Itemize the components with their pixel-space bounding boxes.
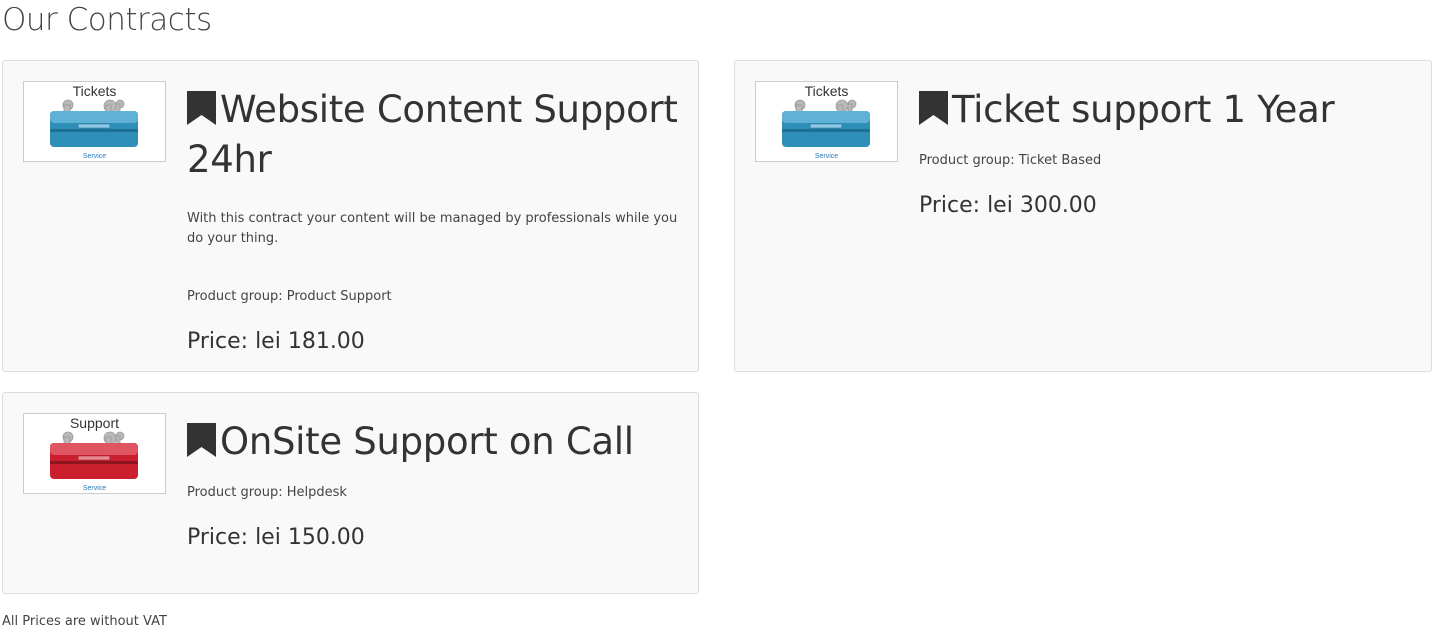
bookmark-icon <box>187 91 216 125</box>
image-caption: Service <box>814 153 839 160</box>
product-title[interactable]: Ticket support 1 Year <box>919 85 1413 135</box>
product-title[interactable]: Website Content Support 24hr <box>187 85 680 185</box>
product-title-text: Ticket support 1 Year <box>952 88 1335 131</box>
contract-card-ticket-support: Tickets Service Ticket support 1 Year Pr… <box>734 60 1432 372</box>
product-price: Price: lei 300.00 <box>919 193 1097 218</box>
toolbox-icon <box>50 99 138 147</box>
product-image[interactable]: Support Service <box>23 413 166 494</box>
product-description: With this contract your content will be … <box>187 211 678 246</box>
product-group: Product group: Product Support <box>187 289 392 304</box>
product-image[interactable]: Tickets Service <box>755 81 898 162</box>
product-group: Product group: Helpdesk <box>187 485 347 500</box>
image-label: Tickets <box>804 83 849 99</box>
toolbox-icon <box>50 431 138 479</box>
product-price: Price: lei 150.00 <box>187 525 365 550</box>
contract-card-onsite-support: Support Service OnSite Support on Call P… <box>2 392 699 594</box>
product-title-text: OnSite Support on Call <box>220 420 634 463</box>
image-label: Support <box>69 415 120 431</box>
bookmark-icon <box>187 423 216 457</box>
product-image[interactable]: Tickets Service <box>23 81 166 162</box>
image-label: Tickets <box>72 83 117 99</box>
product-title-text: Website Content Support 24hr <box>187 88 678 181</box>
toolbox-icon <box>782 99 870 147</box>
product-title[interactable]: OnSite Support on Call <box>187 417 680 467</box>
page-title: Our Contracts <box>2 2 212 38</box>
bookmark-icon <box>919 91 948 125</box>
image-caption: Service <box>82 153 107 160</box>
vat-footnote: All Prices are without VAT <box>2 614 167 629</box>
product-group: Product group: Ticket Based <box>919 153 1102 168</box>
product-price: Price: lei 181.00 <box>187 329 365 354</box>
contract-card-website-content-support: Tickets Service Website Content Support … <box>2 60 699 372</box>
image-caption: Service <box>82 485 107 492</box>
